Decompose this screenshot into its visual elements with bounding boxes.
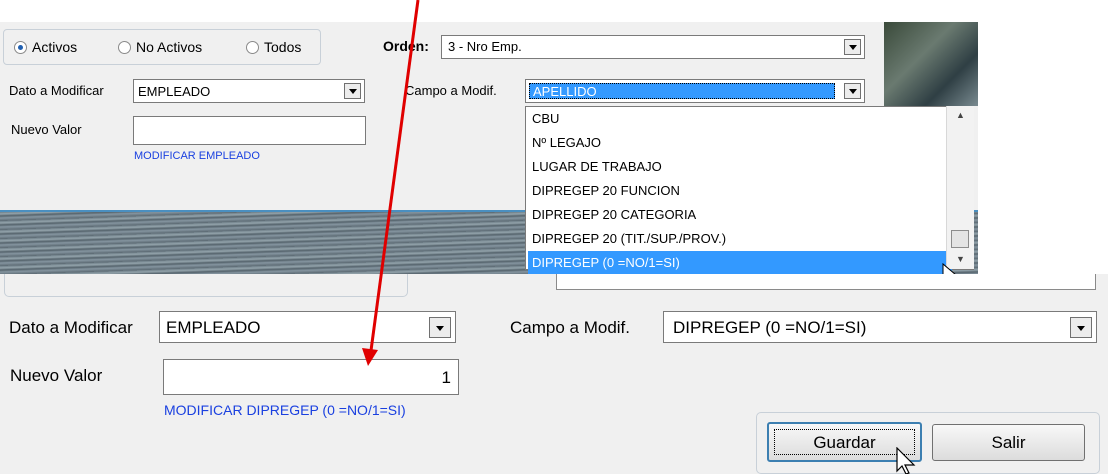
- annotation-arrow: [362, 0, 420, 366]
